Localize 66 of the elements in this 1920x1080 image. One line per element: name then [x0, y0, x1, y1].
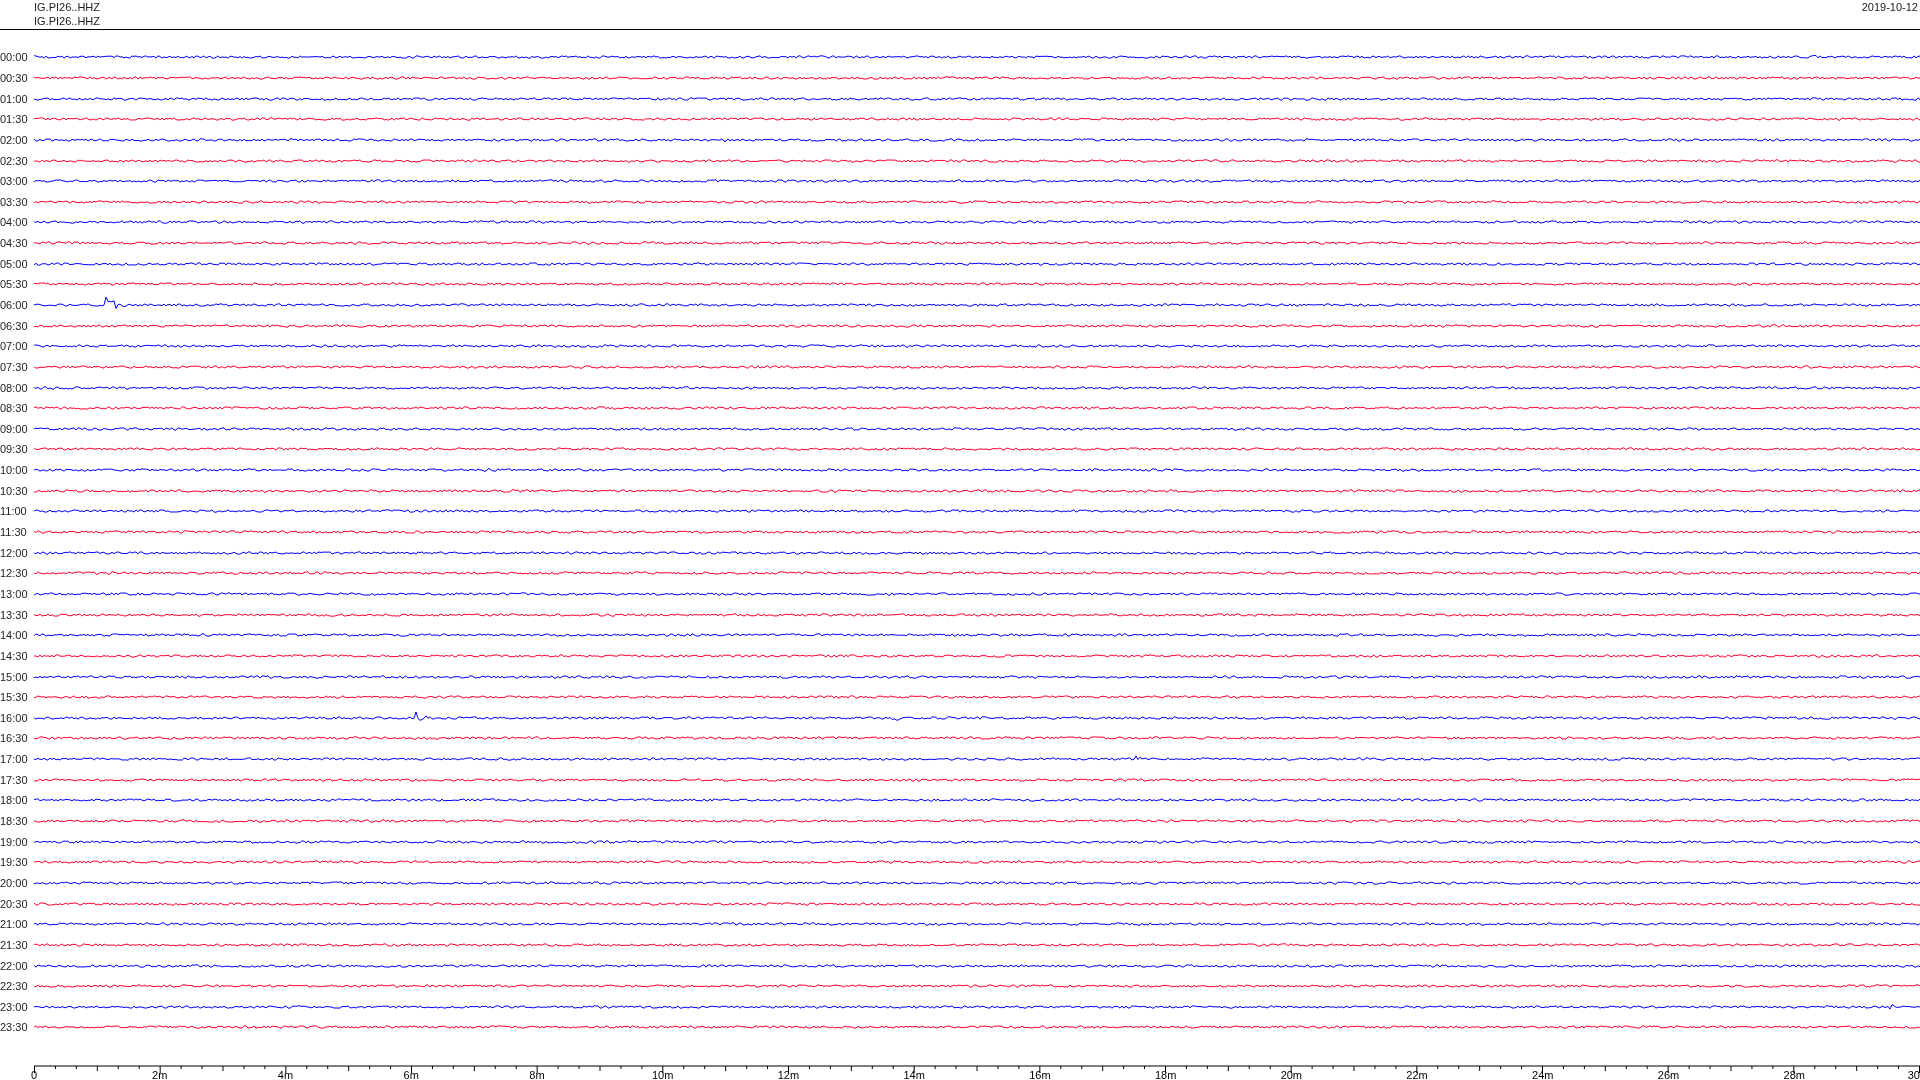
time-label: 21:30 — [0, 938, 29, 951]
axis-tick-label: 10m — [651, 1069, 674, 1080]
axis-tick-label: 6m — [403, 1069, 419, 1080]
time-label: 10:00 — [0, 464, 29, 477]
time-label: 04:00 — [0, 216, 29, 229]
time-label: 17:00 — [0, 753, 29, 766]
axis-tick-label: 16m — [1029, 1069, 1051, 1080]
time-label: 15:00 — [0, 670, 29, 683]
time-label: 12:30 — [0, 567, 29, 580]
station-label: IG.PI26..HHZ — [34, 0, 101, 14]
time-label: 22:00 — [0, 959, 29, 972]
time-label: 12:00 — [0, 546, 29, 559]
time-label: 21:00 — [0, 918, 29, 931]
time-label: 02:30 — [0, 154, 29, 167]
time-label: 16:30 — [0, 732, 29, 745]
time-label: 23:00 — [0, 1000, 29, 1013]
axis-tick-label: 2m — [152, 1069, 168, 1080]
axis-tick-label: 22m — [1406, 1069, 1428, 1080]
time-label: 22:30 — [0, 980, 29, 993]
axis-tick-label: 12m — [777, 1069, 800, 1080]
time-label: 02:00 — [0, 133, 29, 146]
time-label: 16:00 — [0, 711, 29, 724]
axis-tick-label: 20m — [1280, 1069, 1303, 1080]
time-label: 14:30 — [0, 649, 29, 662]
time-label: 19:30 — [0, 856, 29, 869]
time-label: 11:30 — [0, 526, 28, 539]
time-label: 01:30 — [0, 113, 29, 126]
axis-tick-label: 4m — [277, 1069, 294, 1080]
time-label: 08:00 — [0, 381, 29, 394]
time-label: 06:00 — [0, 299, 29, 311]
time-label: 06:30 — [0, 319, 29, 332]
time-label: 05:30 — [0, 278, 29, 291]
time-label: 05:00 — [0, 257, 29, 270]
time-label: 20:00 — [0, 876, 29, 889]
axis-tick-label: 30 — [1907, 1069, 1920, 1080]
time-label: 03:30 — [0, 195, 29, 208]
axis-tick-label: 28m — [1783, 1069, 1805, 1080]
time-label: 20:30 — [0, 897, 29, 910]
date-label: 2019-10-12 — [1861, 0, 1918, 15]
time-label: 17:30 — [0, 773, 29, 786]
time-label: 18:30 — [0, 815, 29, 827]
time-label: 23:30 — [0, 1021, 29, 1034]
time-label: 18:00 — [0, 794, 29, 807]
axis-tick-label: 26m — [1657, 1069, 1680, 1080]
time-label: 15:30 — [0, 691, 29, 704]
time-label: 04:30 — [0, 237, 29, 250]
time-label: 03:00 — [0, 175, 29, 188]
axis-tick-label: 18m — [1154, 1069, 1177, 1080]
time-label: 08:30 — [0, 402, 29, 415]
station-label: IG.PI26..HHZ — [34, 14, 101, 28]
time-label: 09:30 — [0, 443, 29, 456]
time-label: 13:30 — [0, 608, 29, 621]
time-label: 10:30 — [0, 484, 29, 497]
time-label: 09:00 — [0, 422, 29, 435]
time-label: 07:30 — [0, 360, 29, 373]
time-label: 00:30 — [0, 71, 29, 84]
time-label: 11:00 — [0, 505, 28, 518]
axis-tick-label: 14m — [903, 1069, 925, 1080]
time-label: 01:00 — [0, 92, 29, 105]
axis-tick-label: 8m — [529, 1069, 545, 1080]
axis-tick-label: 24m — [1532, 1069, 1554, 1080]
time-label: 14:00 — [0, 629, 29, 642]
time-label: 00:00 — [0, 51, 29, 64]
time-label: 07:00 — [0, 340, 29, 353]
time-label: 13:00 — [0, 587, 29, 600]
time-label: 19:00 — [0, 835, 29, 848]
